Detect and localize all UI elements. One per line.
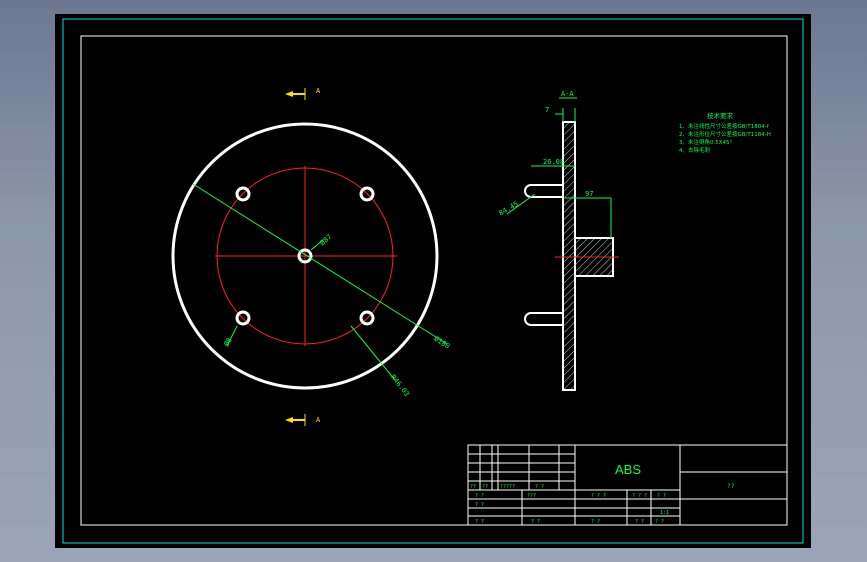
- tb-bot-a: ? ?: [635, 519, 644, 525]
- tb-mid-c: ? ?: [657, 493, 666, 499]
- pin-bottom: [524, 312, 563, 326]
- notes-title: 技术要求: [707, 111, 734, 120]
- section-view: A-A 7 26.08 97 84.45: [498, 90, 619, 391]
- front-view: Ø87 Ø180 Ø8 R46.03 A A: [171, 87, 452, 426]
- svg-text:A: A: [316, 416, 321, 424]
- tb-r1a: ??: [470, 484, 476, 490]
- tb-mid-a: ? ? ?: [591, 493, 606, 499]
- drawing-code: ??: [727, 483, 735, 490]
- tb-r1d: ? ?: [535, 484, 544, 490]
- tb-r1c: ?????: [500, 484, 515, 490]
- dim-angle-label: 84.45: [498, 200, 520, 217]
- section-view-label: A-A: [561, 90, 574, 98]
- dim-boss-width-label: 97: [585, 190, 593, 198]
- dim-radius-label: R46.03: [389, 373, 411, 398]
- note-2: 2、未注形位尺寸公差按GB/T1184-H: [679, 130, 771, 138]
- tb-r4a: ? ?: [475, 519, 484, 525]
- note-3: 3、未注倒角0.5X45°: [679, 138, 733, 146]
- note-4: 4、去除毛刺: [679, 146, 710, 154]
- technical-notes: 技术要求 1、未注线性尺寸公差按GB/T1804-f 2、未注形位尺寸公差按GB…: [679, 111, 771, 154]
- drawing-sheet: Ø87 Ø180 Ø8 R46.03 A A A-A 7 26.08 97 84…: [55, 14, 811, 548]
- dim-hole-diameter-label: Ø8: [223, 336, 234, 347]
- dim-line-diameter: [192, 183, 448, 345]
- plate-section: [562, 121, 576, 391]
- section-marker-top: A: [285, 87, 321, 100]
- dim-thickness-label: 7: [545, 106, 549, 114]
- tb-mid-d: ? ?: [591, 519, 600, 525]
- dim-boss-length-label: 26.08: [543, 158, 564, 166]
- dim-outer-diameter-label: Ø180: [433, 335, 452, 351]
- cad-drawing: Ø87 Ø180 Ø8 R46.03 A A A-A 7 26.08 97 84…: [62, 18, 804, 544]
- tb-bot-b: ? ?: [655, 519, 664, 525]
- tb-r4b: ? ?: [531, 519, 540, 525]
- tb-r1b: ??: [482, 484, 488, 490]
- dim-line-radius: [350, 325, 396, 381]
- tb-r2a: ? ?: [475, 493, 484, 499]
- tb-scale: 1:1: [660, 510, 669, 516]
- material-label: ABS: [615, 462, 641, 477]
- title-block: [467, 444, 788, 526]
- tb-r2b: ???: [527, 493, 536, 499]
- pin-top: [524, 184, 563, 198]
- note-1: 1、未注线性尺寸公差按GB/T1804-f: [679, 122, 770, 130]
- tb-r3a: ? ?: [475, 502, 484, 508]
- dim-hole-circle-label: Ø87: [319, 233, 334, 247]
- section-marker-bottom: A: [285, 414, 321, 426]
- svg-text:A: A: [316, 87, 321, 95]
- tb-mid-b: ? ? ?: [632, 493, 647, 499]
